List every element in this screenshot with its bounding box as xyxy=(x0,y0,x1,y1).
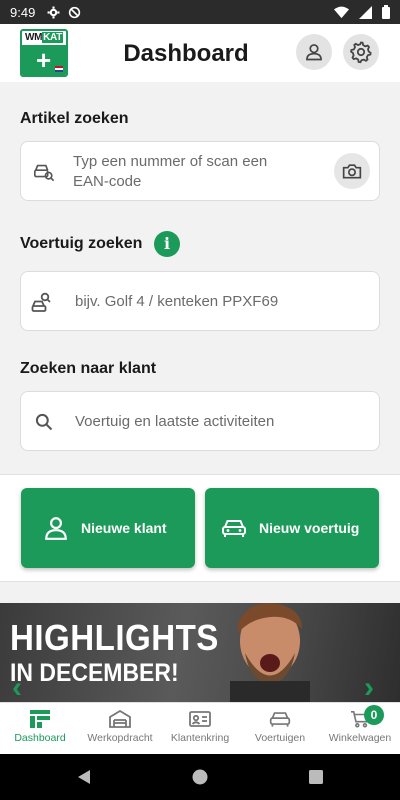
tab-winkelwagen[interactable]: 0 Winkelwagen xyxy=(320,703,400,754)
tab-dashboard[interactable]: Dashboard xyxy=(0,703,80,754)
customer-search-label: Zoeken naar klant xyxy=(20,360,157,377)
signal-icon xyxy=(359,5,372,19)
tab-label: Winkelwagen xyxy=(328,732,392,744)
bottom-tab-bar: Dashboard Werkopdracht Klantenkring Voer… xyxy=(0,702,400,754)
app-header: WMKAT + Dashboard xyxy=(0,24,400,82)
user-icon xyxy=(306,44,322,61)
person-icon xyxy=(45,517,67,540)
dnd-status-icon xyxy=(69,6,81,18)
banner-prev-arrow[interactable]: ‹ xyxy=(12,673,22,703)
scan-camera-button[interactable] xyxy=(334,153,370,189)
info-icon[interactable]: i xyxy=(154,231,180,257)
tab-label: Werkopdracht xyxy=(87,732,153,744)
wifi-icon xyxy=(334,6,349,18)
vehicle-search-icon xyxy=(31,292,51,312)
tab-label: Voertuigen xyxy=(254,732,306,744)
settings-status-icon xyxy=(47,6,60,18)
garage-icon xyxy=(109,710,131,728)
tab-voertuigen[interactable]: Voertuigen xyxy=(240,703,320,754)
vehicle-search-placeholder: bijv. Golf 4 / kenteken PPXF69 xyxy=(75,293,279,310)
article-search-placeholder-line1: Typ een nummer of scan een xyxy=(73,153,268,170)
car-icon xyxy=(222,520,246,537)
profile-button[interactable] xyxy=(296,34,332,70)
battery-icon xyxy=(382,5,390,19)
quick-actions: Nieuwe klant Nieuw voertuig xyxy=(0,474,400,582)
article-search-label: Artikel zoeken xyxy=(20,110,129,127)
new-vehicle-button[interactable]: Nieuw voertuig xyxy=(205,488,379,568)
dashboard-icon xyxy=(30,710,50,728)
article-search-field[interactable]: Typ een nummer of scan een EAN-code xyxy=(20,141,380,201)
cart-count-badge: 0 xyxy=(364,705,384,725)
new-vehicle-label: Nieuw voertuig xyxy=(259,520,360,536)
new-customer-label: Nieuwe klant xyxy=(81,520,167,536)
car-icon xyxy=(269,712,291,727)
back-icon[interactable] xyxy=(76,769,92,785)
promo-person-image xyxy=(230,603,310,702)
part-search-icon xyxy=(34,164,55,182)
article-search-placeholder-line2: EAN-code xyxy=(73,173,142,190)
settings-button[interactable] xyxy=(343,34,379,70)
system-nav-bar xyxy=(0,754,400,800)
banner-next-arrow[interactable]: › xyxy=(364,673,374,703)
camera-icon xyxy=(342,164,362,179)
banner-subheadline: IN DECEMBER! xyxy=(10,659,179,687)
tab-label: Dashboard xyxy=(14,732,66,744)
tab-werkopdracht[interactable]: Werkopdracht xyxy=(80,703,160,754)
new-customer-button[interactable]: Nieuwe klant xyxy=(21,488,195,568)
banner-headline: HIGHLIGHTS xyxy=(10,617,219,658)
tab-klantenkring[interactable]: Klantenkring xyxy=(160,703,240,754)
recents-icon[interactable] xyxy=(308,769,324,785)
contact-card-icon xyxy=(189,711,211,727)
promo-banner[interactable]: HIGHLIGHTS IN DECEMBER! ‹ › xyxy=(0,603,400,702)
vehicle-search-field[interactable]: bijv. Golf 4 / kenteken PPXF69 xyxy=(20,271,380,331)
gear-icon xyxy=(350,41,372,64)
customer-search-placeholder: Voertuig en laatste activiteiten xyxy=(75,413,275,430)
home-icon[interactable] xyxy=(192,769,208,785)
search-icon xyxy=(35,413,53,431)
tab-label: Klantenkring xyxy=(170,732,230,744)
status-bar: 9:49 xyxy=(0,0,400,24)
vehicle-search-label: Voertuig zoeken xyxy=(20,235,143,252)
customer-search-field[interactable]: Voertuig en laatste activiteiten xyxy=(20,391,380,451)
status-time: 9:49 xyxy=(10,4,36,20)
